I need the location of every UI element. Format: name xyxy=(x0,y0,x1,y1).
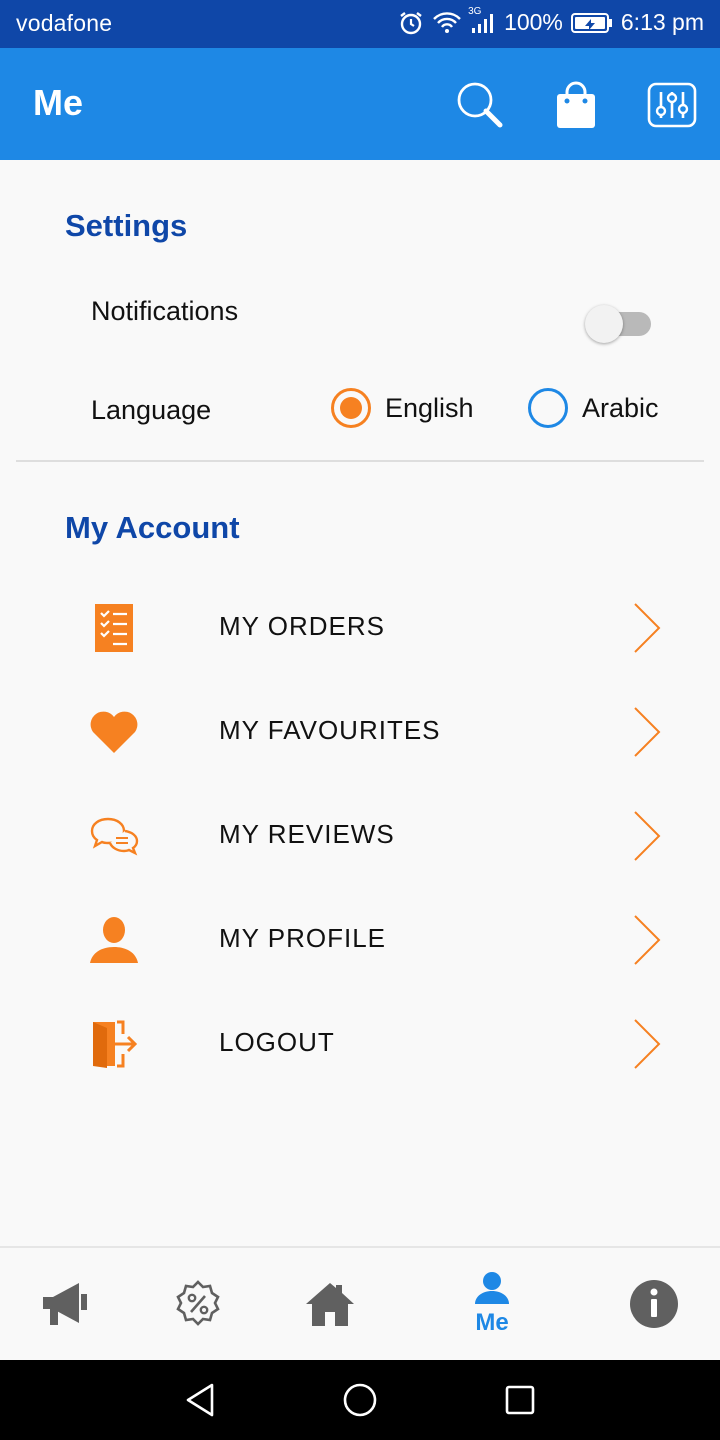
divider xyxy=(16,460,704,462)
language-label: Language xyxy=(91,395,212,425)
bottom-nav: Me xyxy=(0,1246,720,1360)
logout-door-icon xyxy=(86,1016,142,1072)
nav-item-info[interactable] xyxy=(626,1248,682,1360)
megaphone-icon xyxy=(43,1283,87,1325)
discount-badge-icon xyxy=(176,1280,220,1326)
nav-item-announcements[interactable] xyxy=(36,1248,96,1360)
search-icon xyxy=(457,82,503,128)
battery-icon xyxy=(570,12,613,34)
notifications-toggle[interactable] xyxy=(585,305,651,343)
radio-unselected-icon xyxy=(528,388,568,428)
nav-item-label: Me xyxy=(475,1309,509,1336)
info-icon xyxy=(630,1280,678,1328)
menu-item-label: MY REVIEWS xyxy=(219,819,395,849)
menu-item-logout[interactable]: LOGOUT xyxy=(0,996,720,1092)
menu-item-label: MY PROFILE xyxy=(219,923,387,953)
menu-item-label: MY ORDERS xyxy=(219,611,385,641)
network-type: 3G xyxy=(468,5,482,17)
nav-item-me[interactable]: Me xyxy=(452,1248,532,1360)
menu-item-my-profile[interactable]: MY PROFILE xyxy=(0,892,720,988)
battery-percent: 100% xyxy=(504,9,563,35)
my-account-title: My Account xyxy=(65,510,240,545)
carrier-name: vodafone xyxy=(16,10,113,36)
language-option-label: Arabic xyxy=(582,392,659,423)
language-option-arabic[interactable]: Arabic xyxy=(528,388,659,428)
radio-selected-icon xyxy=(331,388,371,428)
menu-item-my-favourites[interactable]: MY FAVOURITES xyxy=(0,684,720,780)
chevron-right-icon xyxy=(630,600,662,661)
orders-checklist-icon xyxy=(86,600,142,656)
user-icon xyxy=(86,912,142,968)
system-home-button[interactable] xyxy=(340,1380,380,1420)
signal-icon: 3G xyxy=(468,6,496,34)
clock: 6:13 pm xyxy=(620,9,704,35)
system-back-button[interactable] xyxy=(180,1380,220,1420)
settings-title: Settings xyxy=(65,208,188,243)
cart-button[interactable] xyxy=(549,78,603,132)
heart-icon xyxy=(86,704,142,760)
chevron-right-icon xyxy=(630,808,662,869)
chevron-right-icon xyxy=(630,1016,662,1077)
chat-bubbles-icon xyxy=(86,808,142,864)
filter-button[interactable] xyxy=(645,78,699,132)
nav-item-home[interactable] xyxy=(300,1248,360,1360)
shopping-bag-icon xyxy=(557,81,595,128)
nav-item-offers[interactable] xyxy=(168,1248,228,1360)
home-circle-icon xyxy=(343,1383,377,1417)
menu-item-my-orders[interactable]: MY ORDERS xyxy=(0,580,720,676)
recents-square-icon xyxy=(505,1385,535,1415)
user-icon xyxy=(475,1272,509,1304)
alarm-icon xyxy=(398,10,424,36)
chevron-right-icon xyxy=(630,912,662,973)
system-nav-bar xyxy=(0,1360,720,1440)
menu-item-label: MY FAVOURITES xyxy=(219,715,441,745)
search-button[interactable] xyxy=(452,78,506,132)
filter-sliders-icon xyxy=(647,82,697,128)
menu-item-label: LOGOUT xyxy=(219,1027,335,1057)
home-icon xyxy=(306,1283,354,1326)
system-recents-button[interactable] xyxy=(500,1380,540,1420)
status-bar: vodafone 3G 100% 6:13 pm xyxy=(0,0,720,48)
app-bar: Me xyxy=(0,48,720,160)
status-icons: 3G 100% 6:13 pm xyxy=(398,6,704,36)
chevron-right-icon xyxy=(630,704,662,765)
page-title: Me xyxy=(33,82,84,123)
back-triangle-icon xyxy=(186,1383,214,1417)
language-option-label: English xyxy=(385,392,474,423)
language-option-english[interactable]: English xyxy=(331,388,474,428)
notifications-label: Notifications xyxy=(91,296,239,326)
toggle-knob xyxy=(585,305,623,343)
wifi-icon xyxy=(432,11,462,35)
menu-item-my-reviews[interactable]: MY REVIEWS xyxy=(0,788,720,884)
